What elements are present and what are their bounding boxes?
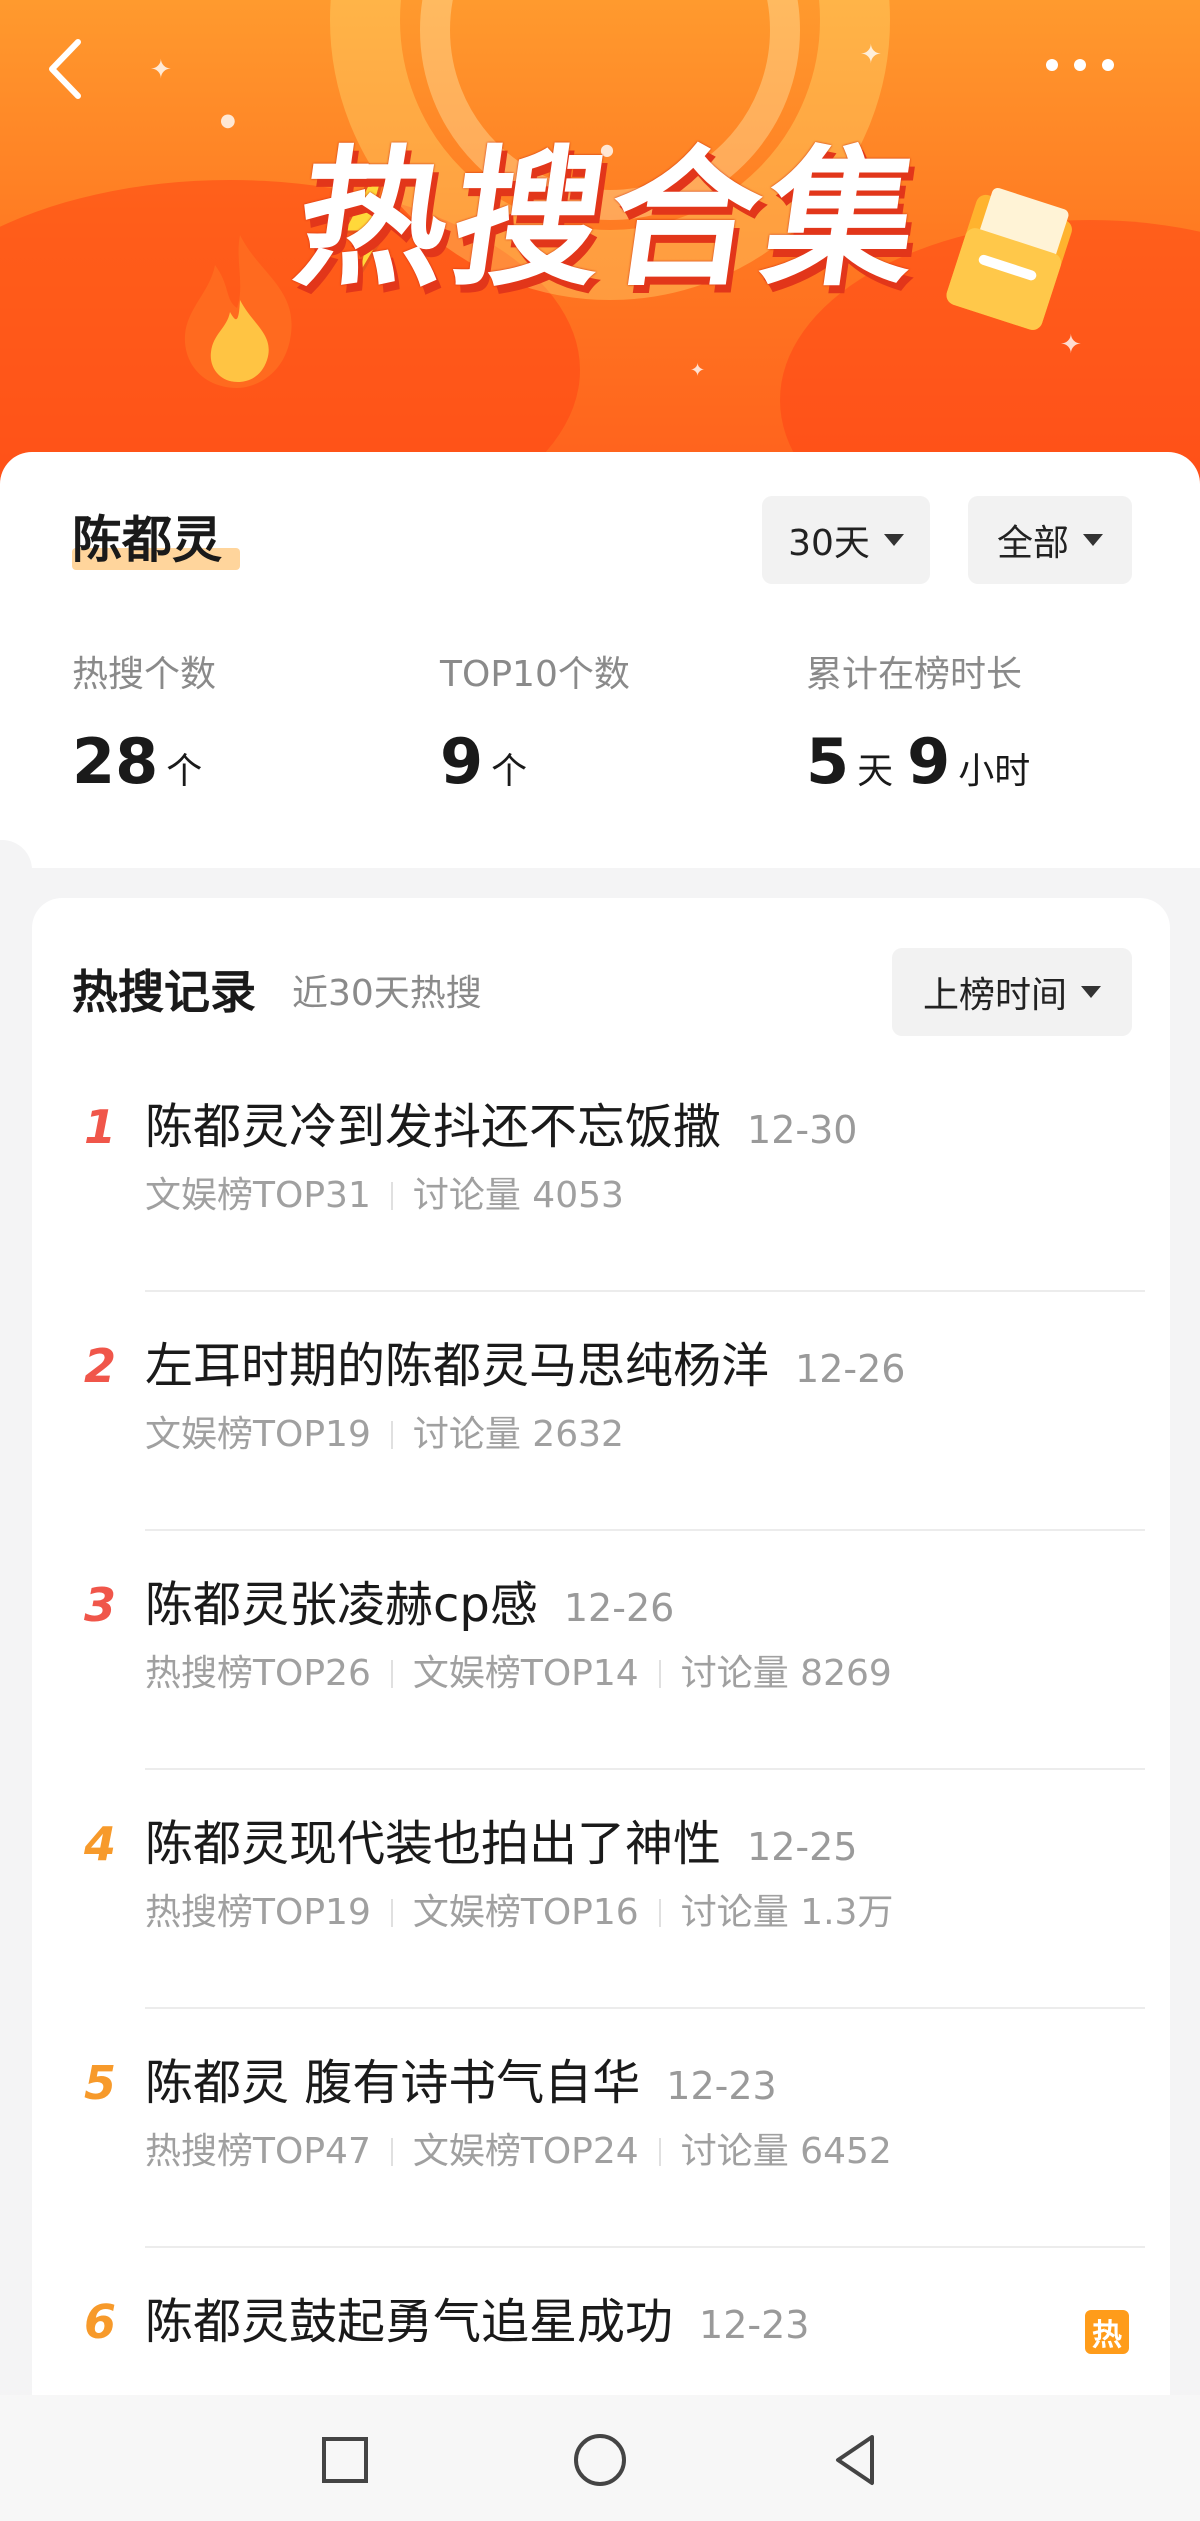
record-meta-text: 热搜榜TOP47 xyxy=(145,2131,371,2172)
record-date: 12-26 xyxy=(563,1586,675,1630)
stat-value-hot-count: 28 个 xyxy=(72,725,203,798)
record-divider xyxy=(145,1768,1145,1770)
square-icon[interactable] xyxy=(310,2425,380,2495)
meta-separator xyxy=(390,2138,393,2166)
meta-separator xyxy=(658,2138,661,2166)
records-title: 热搜记录 xyxy=(72,965,256,1019)
category-label: 全部 xyxy=(996,523,1069,564)
meta-separator xyxy=(390,1660,393,1688)
record-date: 12-25 xyxy=(747,1825,858,1869)
record-date: 12-23 xyxy=(699,2303,810,2347)
record-date: 12-23 xyxy=(666,2064,777,2108)
caret-down-icon xyxy=(883,534,904,546)
record-meta-text: 热搜榜TOP19 xyxy=(145,1892,371,1933)
record-meta-text: 文娱榜TOP14 xyxy=(412,1653,639,1694)
record-date: 12-30 xyxy=(747,1108,858,1152)
period-label: 30天 xyxy=(788,523,870,564)
records-subtitle: 近30天热搜 xyxy=(292,973,482,1014)
record-meta-text: 文娱榜TOP16 xyxy=(412,1892,639,1933)
triangle-back-icon[interactable] xyxy=(820,2425,890,2495)
record-rank: 6 xyxy=(83,2295,116,2349)
record-title: 陈都灵鼓起勇气追星成功 xyxy=(145,2294,674,2350)
sort-label: 上榜时间 xyxy=(922,975,1067,1016)
folder-icon xyxy=(946,187,1072,330)
record-meta: 热搜榜TOP19 文娱榜TOP16 讨论量 1.3万 xyxy=(145,1887,893,1939)
stat-label-duration: 累计在榜时长 xyxy=(806,654,1023,695)
more-button[interactable] xyxy=(1040,40,1120,90)
record-divider xyxy=(145,1529,1145,1531)
sort-dropdown[interactable]: 上榜时间 xyxy=(892,948,1132,1036)
record-item[interactable]: 陈都灵 腹有诗书气自华 12-23 xyxy=(145,2048,777,2121)
stat-value-top10-count: 9个 xyxy=(440,725,528,798)
circle-icon[interactable] xyxy=(565,2425,635,2495)
record-divider xyxy=(145,1290,1145,1292)
record-item[interactable]: 陈都灵冷到发抖还不忘饭撒 12-30 xyxy=(145,1092,857,1165)
sparkle-icon: ✦ xyxy=(690,360,706,381)
sparkle-icon: ● xyxy=(220,110,236,131)
meta-separator xyxy=(390,1899,393,1927)
record-meta: 热搜榜TOP47 文娱榜TOP24 讨论量 6452 xyxy=(145,2126,892,2178)
record-meta-text: 讨论量 2632 xyxy=(412,1414,624,1455)
record-meta: 热搜榜TOP26 文娱榜TOP14 讨论量 8269 xyxy=(145,1648,892,1700)
meta-separator xyxy=(658,1899,661,1927)
record-item[interactable]: 左耳时期的陈都灵马思纯杨洋 12-26 xyxy=(145,1331,905,1404)
meta-separator xyxy=(658,1660,661,1688)
back-button[interactable] xyxy=(38,34,98,104)
card-gap xyxy=(0,868,1200,898)
record-meta-text: 文娱榜TOP19 xyxy=(145,1414,371,1455)
record-title: 陈都灵现代装也拍出了神性 xyxy=(145,1816,722,1872)
record-date: 12-26 xyxy=(795,1347,906,1391)
record-meta-text: 讨论量 6452 xyxy=(680,2131,892,2172)
meta-separator xyxy=(390,1421,393,1449)
record-title: 陈都灵冷到发抖还不忘饭撒 xyxy=(145,1099,722,1155)
record-rank: 1 xyxy=(83,1100,116,1154)
record-meta-text: 讨论量 1.3万 xyxy=(680,1892,894,1933)
record-divider xyxy=(145,2246,1145,2248)
record-rank: 5 xyxy=(83,2056,116,2110)
stat-value-duration: 5 天 9 小时 xyxy=(806,725,1031,798)
meta-separator xyxy=(390,1182,393,1210)
record-item[interactable]: 陈都灵张凌赫cp感 12-26 xyxy=(145,1570,674,1643)
sparkle-icon: ✦ xyxy=(150,55,172,85)
sparkle-icon: ✦ xyxy=(860,40,882,70)
record-item[interactable]: 陈都灵鼓起勇气追星成功 12-23 xyxy=(145,2287,809,2360)
stat-label-top10-count: TOP10个数 xyxy=(440,654,630,695)
record-meta: 文娱榜TOP31 讨论量 4053 xyxy=(145,1170,624,1222)
record-title: 左耳时期的陈都灵马思纯杨洋 xyxy=(145,1338,770,1394)
caret-down-icon xyxy=(1083,534,1103,546)
record-meta-text: 讨论量 8269 xyxy=(680,1653,892,1694)
stat-label-hot-count: 热搜个数 xyxy=(72,654,217,695)
caret-down-icon xyxy=(1081,986,1101,998)
category-dropdown[interactable]: 全部 xyxy=(968,496,1132,584)
record-meta-text: 文娱榜TOP31 xyxy=(145,1175,371,1216)
chevron-left-icon xyxy=(49,39,81,99)
record-rank: 3 xyxy=(83,1578,116,1632)
record-title: 陈都灵张凌赫cp感 xyxy=(145,1577,538,1633)
record-meta: 文娱榜TOP19 讨论量 2632 xyxy=(145,1409,624,1461)
more-dots-icon xyxy=(1046,59,1114,71)
banner-title: 热搜合集 xyxy=(285,133,935,307)
period-dropdown[interactable]: 30天 xyxy=(762,496,930,584)
record-meta-text: 热搜榜TOP26 xyxy=(145,1653,371,1694)
record-title: 陈都灵 腹有诗书气自华 xyxy=(145,2055,641,2111)
record-item[interactable]: 陈都灵现代装也拍出了神性 12-25 xyxy=(145,1809,857,1882)
record-meta-text: 文娱榜TOP24 xyxy=(412,2131,639,2172)
record-rank: 2 xyxy=(83,1339,116,1393)
record-divider xyxy=(145,2007,1145,2009)
record-meta-text: 讨论量 4053 xyxy=(412,1175,624,1216)
record-rank: 4 xyxy=(83,1817,116,1871)
person-name: 陈都灵 xyxy=(72,511,222,569)
hot-badge: 热 xyxy=(1085,2310,1129,2354)
